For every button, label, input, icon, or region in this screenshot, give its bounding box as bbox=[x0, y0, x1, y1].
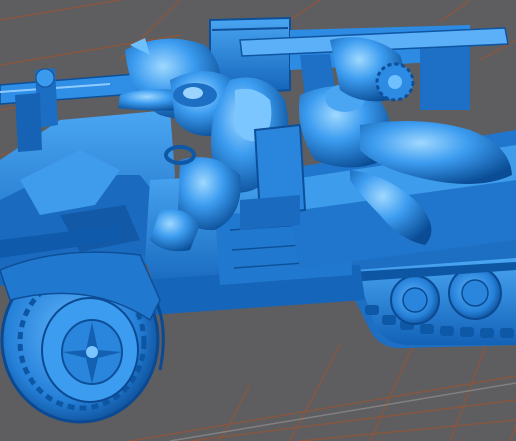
model-render bbox=[0, 0, 516, 441]
3d-model-viewport[interactable] bbox=[0, 0, 516, 441]
